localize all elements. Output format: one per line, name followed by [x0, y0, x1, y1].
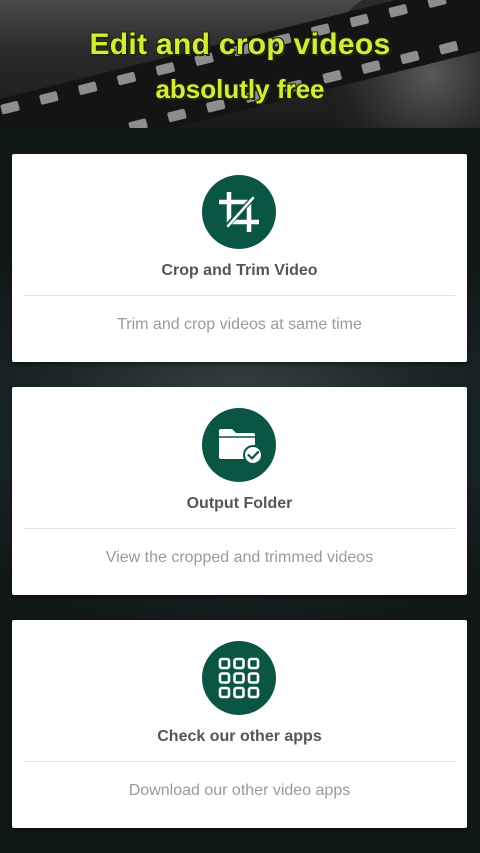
crop-icon-circle [202, 175, 276, 249]
card-description: View the cropped and trimmed videos [105, 549, 374, 566]
header-banner: Edit and crop videos absolutly free [0, 0, 480, 128]
card-title: Crop and Trim Video [161, 262, 318, 279]
output-folder-card[interactable]: Output Folder View the cropped and trimm… [12, 387, 467, 595]
card-title: Output Folder [186, 495, 293, 512]
crop-trim-card[interactable]: Crop and Trim Video Trim and crop videos… [12, 154, 467, 362]
card-description: Trim and crop videos at same time [117, 316, 362, 333]
banner-title: Edit and crop videos [89, 28, 391, 61]
card-divider [24, 761, 455, 762]
folder-check-icon [219, 429, 263, 465]
card-description: Download our other video apps [128, 782, 351, 799]
banner-subtitle: absolutly free [155, 74, 325, 104]
apps-grid-icon [218, 657, 260, 699]
card-title: Check our other apps [157, 728, 322, 745]
card-divider [24, 295, 455, 296]
crop-icon [219, 192, 259, 232]
apps-icon-circle [202, 641, 276, 715]
other-apps-card[interactable]: Check our other apps Download our other … [12, 620, 467, 828]
card-divider [24, 528, 455, 529]
folder-icon-circle [202, 408, 276, 482]
